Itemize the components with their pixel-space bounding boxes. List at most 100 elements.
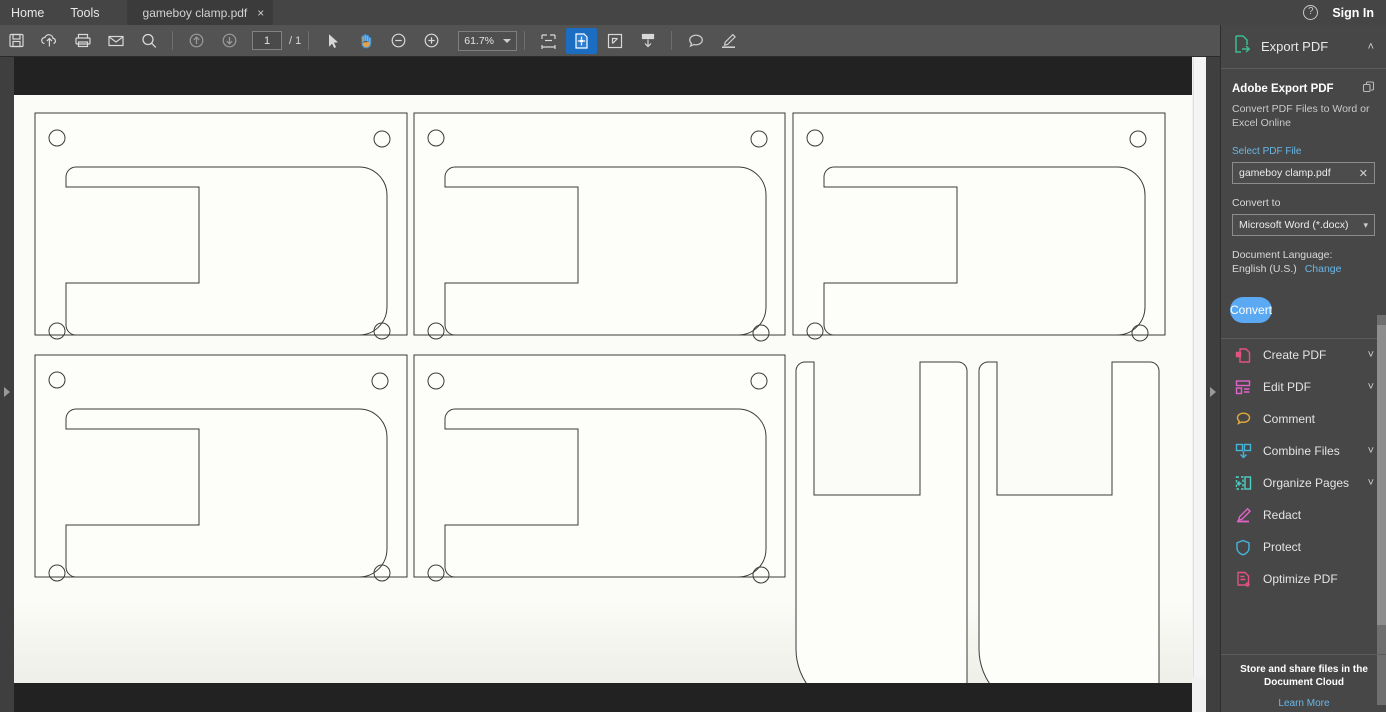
right-panel-rail[interactable] [1206, 57, 1220, 712]
document-language-value: English (U.S.) [1232, 263, 1297, 275]
convert-button[interactable]: Convert [1230, 297, 1273, 323]
chevron-up-icon[interactable]: ˄ [1368, 41, 1374, 53]
left-panel-rail[interactable] [0, 57, 14, 712]
clear-file-icon[interactable]: ✕ [1359, 167, 1368, 180]
scroll-down-icon[interactable] [632, 28, 663, 54]
convert-to-value: Microsoft Word (*.docx) [1239, 219, 1349, 231]
selected-file-value: gameboy clamp.pdf [1239, 167, 1331, 179]
sidebar-item-organize-pages[interactable]: Organize Pages ˅ [1221, 467, 1386, 499]
copy-icon[interactable] [1362, 81, 1375, 97]
part-clamp-plate-3 [792, 112, 1166, 342]
sidebar-item-redact[interactable]: Redact [1221, 499, 1386, 531]
tools-sidebar: Export PDF ˄ Adobe Export PDF Convert PD… [1220, 25, 1386, 712]
selected-file-field[interactable]: gameboy clamp.pdf ✕ [1232, 162, 1375, 184]
document-tab-label: gameboy clamp.pdf [142, 5, 248, 20]
page-number-input[interactable]: 1 [252, 31, 282, 50]
export-pdf-label: Export PDF [1261, 39, 1329, 54]
acrobat-window: Home Tools gameboy clamp.pdf × ? Sign In [0, 0, 1386, 712]
optimize-pdf-icon [1233, 571, 1253, 588]
export-pdf-panel-body: Adobe Export PDF Convert PDF Files to Wo… [1221, 69, 1386, 275]
chevron-down-icon[interactable]: ˅ [1368, 349, 1374, 361]
sidebar-item-create-pdf[interactable]: Create PDF ˅ [1221, 339, 1386, 371]
sidebar-item-label: Optimize PDF [1263, 572, 1338, 586]
protect-icon [1233, 539, 1253, 556]
print-icon[interactable] [67, 28, 98, 54]
redact-icon [1233, 507, 1253, 523]
sidebar-item-comment[interactable]: Comment [1221, 403, 1386, 435]
toolbar-separator-2 [308, 31, 310, 50]
part-clamp-plate-5 [413, 354, 786, 584]
tools-list: Create PDF ˅ Edit PDF ˅ Comment Combine … [1221, 339, 1386, 595]
close-icon[interactable]: × [257, 7, 264, 19]
previous-page-icon[interactable] [181, 28, 212, 54]
sidebar-item-label: Edit PDF [1263, 380, 1312, 394]
select-cursor-icon[interactable] [317, 28, 348, 54]
menu-tools[interactable]: Tools [57, 0, 112, 25]
zoom-level-select[interactable]: 61.7% [458, 30, 518, 51]
next-page-icon[interactable] [214, 28, 245, 54]
adobe-export-pdf-subtitle: Convert PDF Files to Word or Excel Onlin… [1232, 103, 1370, 129]
export-pdf-panel-header[interactable]: Export PDF ˄ [1221, 25, 1386, 69]
learn-more-link[interactable]: Learn More [1221, 698, 1386, 709]
titlebar-right: ? Sign In [1303, 0, 1386, 25]
fit-page-icon[interactable] [599, 28, 630, 54]
part-clamp-plate-1 [34, 112, 408, 340]
change-language-link[interactable]: Change [1305, 263, 1342, 275]
toolbar-separator-3 [524, 31, 526, 50]
document-scrollbar[interactable] [1192, 57, 1206, 712]
scrollbar-thumb[interactable] [1193, 57, 1205, 677]
sidebar-item-label: Redact [1263, 508, 1302, 522]
adobe-export-pdf-title: Adobe Export PDF [1232, 81, 1375, 97]
convert-to-label: Convert to [1232, 197, 1281, 209]
chevron-down-icon[interactable]: ˅ [1368, 445, 1374, 457]
sidebar-scrollbar[interactable] [1377, 315, 1386, 705]
toolbar-separator [172, 31, 173, 50]
highlight-icon[interactable] [713, 28, 744, 54]
email-icon[interactable] [100, 28, 131, 54]
chevron-down-icon[interactable]: ▾ [1363, 220, 1368, 231]
fit-width-icon[interactable] [533, 28, 564, 54]
page-total-label: / 1 [289, 34, 302, 47]
document-language-label: Document Language: [1232, 249, 1333, 261]
zoom-in-icon[interactable] [416, 28, 447, 54]
help-icon[interactable]: ? [1303, 5, 1319, 20]
zoom-out-icon[interactable] [383, 28, 414, 54]
convert-to-select[interactable]: Microsoft Word (*.docx) ▾ [1232, 214, 1375, 236]
part-fork-2 [978, 361, 1160, 712]
hand-icon[interactable] [350, 28, 381, 54]
save-icon[interactable] [1, 28, 32, 54]
sidebar-item-combine-files[interactable]: Combine Files ˅ [1221, 435, 1386, 467]
document-tab[interactable]: gameboy clamp.pdf × [126, 0, 274, 25]
create-pdf-icon [1233, 347, 1253, 364]
page-thumbnail-icon[interactable] [566, 27, 598, 54]
expand-right-panel-icon[interactable] [1210, 387, 1216, 397]
menu-home[interactable]: Home [0, 0, 57, 25]
comment-icon [1233, 411, 1253, 427]
sidebar-item-label: Create PDF [1263, 348, 1327, 362]
combine-files-icon [1233, 443, 1253, 460]
part-fork-1 [795, 361, 968, 712]
comment-icon[interactable] [680, 28, 711, 54]
upload-cloud-icon[interactable] [34, 28, 65, 54]
sidebar-item-label: Comment [1263, 412, 1316, 426]
sidebar-item-label: Organize Pages [1263, 476, 1350, 490]
title-bar: Home Tools gameboy clamp.pdf × ? Sign In [0, 0, 1386, 25]
chevron-down-icon[interactable]: ˅ [1368, 381, 1374, 393]
sidebar-scrollbar-thumb[interactable] [1377, 325, 1386, 625]
chevron-down-icon[interactable] [503, 38, 512, 43]
part-clamp-plate-2 [413, 112, 786, 342]
document-viewport[interactable] [0, 57, 1211, 712]
sidebar-item-optimize-pdf[interactable]: Optimize PDF [1221, 563, 1386, 595]
export-pdf-icon [1233, 34, 1251, 59]
document-language-row: English (U.S.) Change [1232, 263, 1375, 275]
organize-pages-icon [1233, 475, 1253, 492]
sidebar-item-edit-pdf[interactable]: Edit PDF ˅ [1221, 371, 1386, 403]
search-icon[interactable] [133, 28, 164, 54]
sidebar-item-protect[interactable]: Protect [1221, 531, 1386, 563]
sign-in-button[interactable]: Sign In [1332, 6, 1374, 20]
expand-left-panel-icon[interactable] [4, 387, 10, 397]
document-cloud-title: Store and share files in the Document Cl… [1240, 664, 1368, 688]
chevron-down-icon[interactable]: ˅ [1368, 477, 1374, 489]
select-pdf-file-label[interactable]: Select PDF File [1232, 146, 1375, 157]
sidebar-footer: Store and share files in the Document Cl… [1221, 654, 1386, 712]
